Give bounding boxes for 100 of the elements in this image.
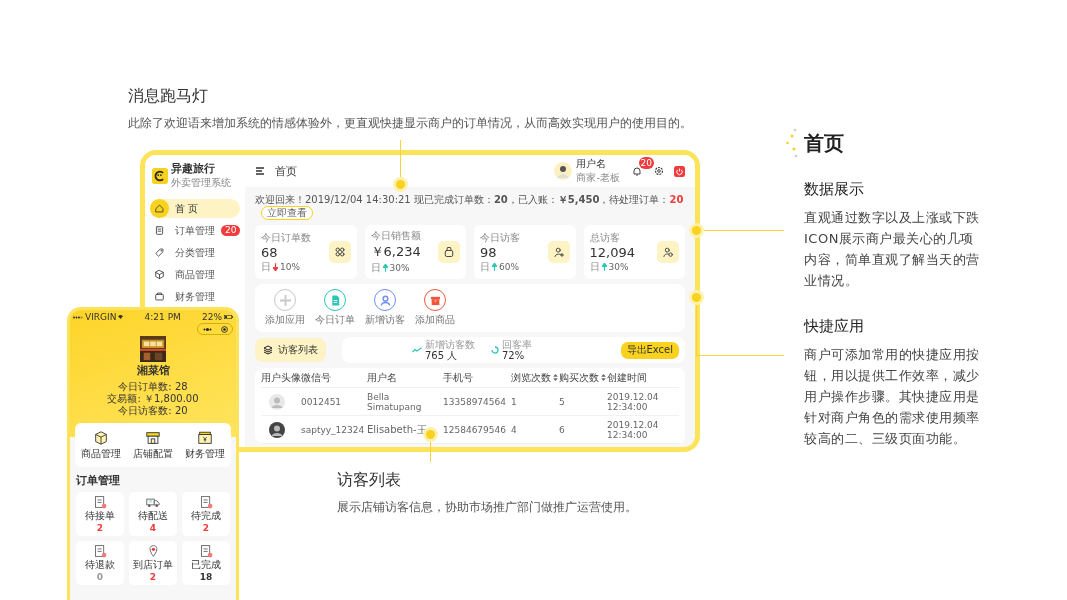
quick-app-button[interactable]: 添加应用 — [265, 289, 305, 327]
metric-value: 72% — [502, 349, 526, 362]
order-status-button[interactable]: 到店订单 2 — [129, 541, 177, 585]
close-icon[interactable] — [220, 325, 228, 333]
column-header: 用户名 — [367, 370, 397, 385]
layers-icon — [263, 345, 273, 355]
section-text: 直观通过数字以及上涨或下跌ICON展示商户最关心的几项内容，简单直观了解当天的营业情况。 — [804, 209, 981, 290]
clock-time: 4:21 PM — [144, 312, 181, 322]
more-icon[interactable] — [202, 327, 212, 331]
stat-value: 98 — [480, 244, 498, 260]
sort-icon[interactable] — [601, 374, 606, 381]
stat-value: ￥6,234 — [370, 243, 421, 261]
wifi-icon — [118, 315, 124, 319]
stat-label: 总访客 — [589, 230, 621, 245]
store-stat: 交易额: ￥1,800.00 — [107, 393, 199, 405]
user-role: 商家-老板 — [576, 171, 620, 185]
order-count: 18 — [199, 572, 213, 582]
bell-icon[interactable] — [632, 166, 642, 176]
quick-app-button[interactable]: 添加商品 — [415, 289, 455, 327]
pending-count: 20 — [669, 194, 684, 205]
section-heading: 快捷应用 — [804, 317, 865, 336]
stat-value: 12,094 — [589, 244, 635, 260]
table-cell: 4 — [511, 424, 517, 435]
quick-app-button[interactable]: 新增访客 — [365, 289, 405, 327]
sidebar-item[interactable]: 财务管理 — [150, 287, 240, 306]
table-cell: 5 — [559, 396, 565, 407]
power-icon[interactable] — [674, 165, 685, 177]
marker-dot — [396, 180, 405, 189]
annotation-text: 此除了欢迎语来增加系统的情感体验外，更直观快捷显示商户的订单情况，从而高效实现用户的使用目的。 — [128, 115, 692, 132]
avatar-icon — [269, 393, 285, 410]
brand-subtitle: 外卖管理系统 — [171, 176, 231, 190]
map-pin-icon — [146, 544, 160, 558]
storefront-icon — [145, 429, 161, 446]
marker-dot — [692, 293, 701, 302]
table-cell: 0012451 — [301, 396, 342, 407]
order-status-button[interactable]: 待退款 0 — [76, 541, 124, 585]
table-cell: 2019.12.04 12:34:00 — [607, 419, 659, 440]
column-header: 手机号 — [443, 370, 473, 385]
stat-change: 30% — [389, 263, 410, 273]
grid-icon — [333, 246, 346, 258]
order-count: 4 — [149, 523, 157, 533]
stat-period: 日 — [589, 259, 600, 274]
table-cell: 2019.12.04 12:34:00 — [607, 391, 659, 412]
order-status-button[interactable]: 待配送 4 — [129, 492, 177, 536]
order-count: 0 — [96, 572, 104, 582]
document-icon — [154, 225, 165, 236]
carrier-name: VIRGIN — [85, 312, 117, 322]
user-name: 用户名 — [576, 157, 608, 171]
user-add-icon — [552, 246, 565, 258]
annotation-heading: 访客列表 — [337, 470, 402, 491]
store-stat: 今日访客数: 20 — [118, 405, 188, 417]
battery-icon — [224, 315, 233, 319]
stat-change: 60% — [499, 261, 519, 272]
sidebar-item[interactable]: 分类管理 — [150, 243, 240, 262]
order-count: 2 — [202, 523, 210, 533]
cube-icon — [154, 269, 165, 280]
progress-ring-icon — [491, 346, 499, 354]
stat-period: 日 — [480, 259, 490, 274]
notification-badge: 20 — [638, 157, 654, 169]
metric-label: 回客率 — [502, 338, 532, 350]
table-cell: 1 — [511, 396, 517, 407]
order-status-button[interactable]: 已完成 18 — [182, 541, 230, 585]
settings-icon[interactable] — [654, 166, 664, 176]
welcome-message: 欢迎回来！2019/12/04 14:30:21 现已完成订单数：20，已入账：￥5,450，待处理订单： — [255, 194, 670, 205]
stat-label: 今日销售额 — [370, 229, 421, 243]
sidebar-item[interactable]: 商品管理 — [150, 265, 240, 284]
parcel-box-icon — [93, 429, 109, 446]
table-cell: 13358974564 — [443, 396, 506, 407]
marker-dot — [426, 430, 435, 439]
column-header[interactable]: 浏览次数 — [511, 370, 551, 385]
sidebar-item[interactable]: 订单管理 20 — [150, 221, 240, 240]
order-status-button[interactable]: 待接单 2 — [76, 492, 124, 536]
dots-decoration-icon — [786, 128, 798, 158]
section-title: 订单管理 — [76, 473, 121, 488]
shortcut-button[interactable]: 店铺配置 — [133, 429, 173, 461]
export-button[interactable]: 导出Excel — [620, 341, 679, 359]
order-status-button[interactable]: 待完成 2 — [182, 492, 230, 536]
marker-dot — [692, 226, 701, 235]
annotation-text: 展示店铺访客信息，协助市场推广部门做推广运营使用。 — [337, 499, 637, 516]
order-count: 2 — [149, 572, 157, 582]
sort-icon[interactable] — [553, 374, 558, 381]
trend-line-icon — [412, 347, 422, 353]
visitor-list-tab[interactable]: 访客列表 — [255, 338, 326, 362]
stat-value: 68 — [261, 244, 279, 260]
avatar-icon — [554, 162, 573, 180]
tag-icon — [154, 247, 165, 258]
menu-icon[interactable] — [255, 166, 265, 176]
shortcut-button[interactable]: 商品管理 — [81, 429, 121, 461]
sidebar-item[interactable]: 首 页 — [150, 199, 240, 218]
metric-value: 765 人 — [425, 349, 459, 362]
view-button[interactable]: 立即查看 — [261, 206, 313, 220]
stat-label: 今日访客 — [480, 230, 520, 245]
metric-label: 新增访客数 — [425, 338, 475, 350]
column-header[interactable]: 购买次数 — [559, 370, 599, 385]
column-header: 用户头像 — [261, 370, 301, 385]
column-header: 创建时间 — [607, 370, 647, 385]
shortcut-button[interactable]: 财务管理 — [185, 429, 225, 461]
column-header: 微信号 — [301, 370, 331, 385]
document-icon — [199, 544, 213, 558]
quick-app-button[interactable]: 今日订单 — [315, 289, 355, 327]
